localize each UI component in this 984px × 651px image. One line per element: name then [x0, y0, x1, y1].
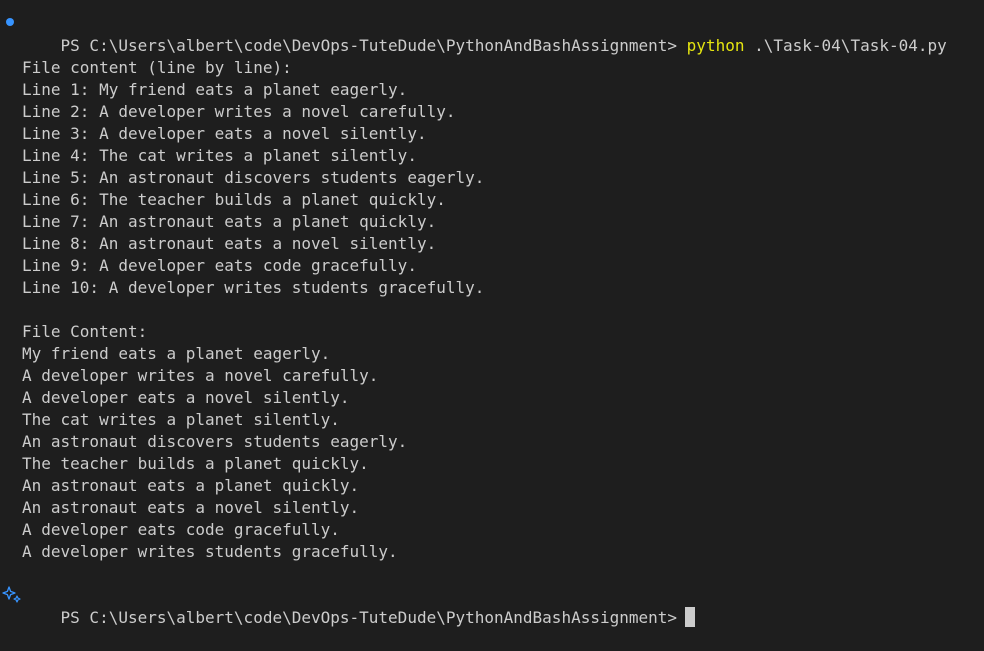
output-line: Line 4: The cat writes a planet silently… — [22, 146, 417, 165]
output-line: A developer writes students gracefully. — [22, 542, 398, 561]
output-line: Line 8: An astronaut eats a novel silent… — [22, 234, 437, 253]
command-decoration-dot-icon[interactable] — [6, 18, 14, 26]
output-line: Line 2: A developer writes a novel caref… — [22, 102, 456, 121]
command-program: python — [686, 36, 745, 55]
output-line: A developer eats code gracefully. — [22, 520, 340, 539]
output-line: The teacher builds a planet quickly. — [22, 454, 369, 473]
final-prompt-path: PS C:\Users\albert\code\DevOps-TuteDude\… — [60, 608, 678, 627]
output-line: Line 1: My friend eats a planet eagerly. — [22, 80, 408, 99]
output-line: Line 5: An astronaut discovers students … — [22, 168, 485, 187]
output-line: Line 9: A developer eats code gracefully… — [22, 256, 417, 275]
section1-heading: File content (line by line): — [22, 58, 292, 77]
terminal-panel[interactable]: PS C:\Users\albert\code\DevOps-TuteDude\… — [0, 0, 984, 638]
sparkle-icon[interactable] — [2, 585, 22, 605]
output-line: Line 7: An astronaut eats a planet quick… — [22, 212, 437, 231]
output-line: My friend eats a planet eagerly. — [22, 344, 331, 363]
command-line: PS C:\Users\albert\code\DevOps-TuteDude\… — [22, 13, 947, 55]
section2-heading: File Content: — [22, 322, 148, 341]
final-prompt-line[interactable]: PS C:\Users\albert\code\DevOps-TuteDude\… — [22, 585, 696, 627]
output-line: Line 3: A developer eats a novel silentl… — [22, 124, 427, 143]
output-line: A developer writes a novel carefully. — [22, 366, 379, 385]
output-line: The cat writes a planet silently. — [22, 410, 340, 429]
output-line: A developer eats a novel silently. — [22, 388, 350, 407]
output-line: An astronaut discovers students eagerly. — [22, 432, 408, 451]
prompt-path: PS C:\Users\albert\code\DevOps-TuteDude\… — [60, 36, 678, 55]
text-cursor[interactable] — [685, 607, 696, 627]
output-line: Line 6: The teacher builds a planet quic… — [22, 190, 446, 209]
output-line: An astronaut eats a planet quickly. — [22, 476, 360, 495]
output-line: An astronaut eats a novel silently. — [22, 498, 360, 517]
command-args: .\Task-04\Task-04.py — [754, 36, 947, 55]
output-line: Line 10: A developer writes students gra… — [22, 278, 485, 297]
